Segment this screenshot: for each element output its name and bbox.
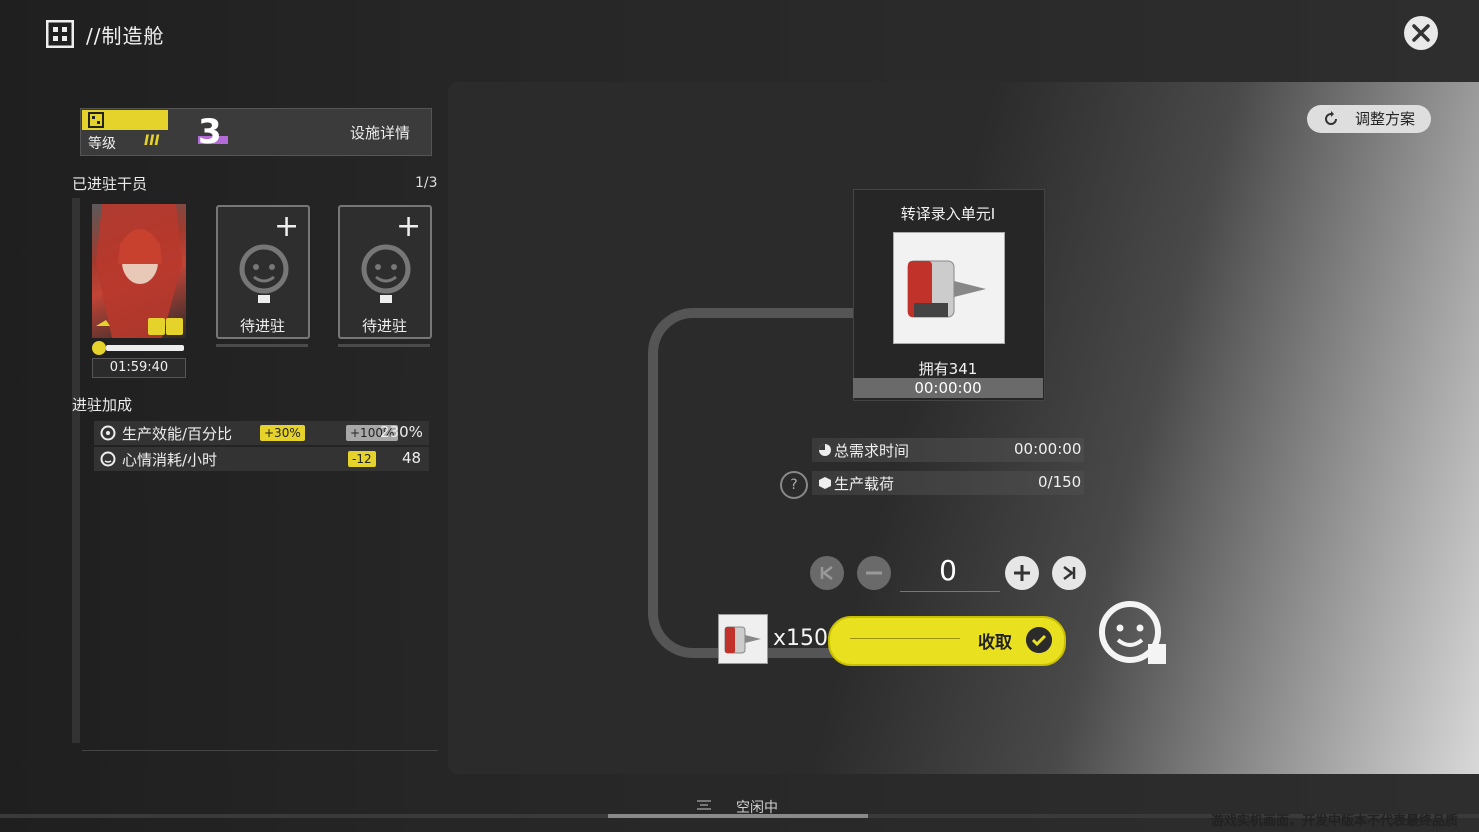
stat-label: 生产载荷 [834,475,895,493]
product-time: 00:00:00 [853,378,1043,398]
operator-portrait [96,204,183,338]
bonus-section-title: 进驻加成 [72,396,133,414]
empty-operator-slot[interactable]: + 待进驻 [216,205,310,339]
stat-value: 0/150 [1038,473,1082,491]
product-image [893,232,1005,344]
collect-line [850,638,960,639]
check-icon [1026,627,1052,653]
side-rail [72,198,80,743]
efficiency-icon [100,425,116,441]
adjust-plan-button[interactable]: 调整方案 [1307,105,1431,133]
panel-gradient [448,82,1479,774]
empty-operator-slot[interactable]: + 待进驻 [338,205,432,339]
decrease-button[interactable] [857,556,891,590]
idle-icon [697,800,711,810]
bonus-tag: +30% [260,425,305,441]
operator-card[interactable] [92,204,186,338]
output-count: x150 [773,626,829,651]
bonus-row-mood: 心情消耗/小时 -12 48 [94,447,429,471]
operator-placeholder-icon [239,244,289,303]
operator-placeholder-icon [361,244,411,303]
output-item-image [718,614,768,664]
stat-label: 总需求时间 [834,442,910,460]
slot-label: 待进驻 [362,317,408,335]
assign-operator-icon[interactable] [1098,600,1172,666]
mood-consumption-icon [100,451,116,467]
minus-icon [866,571,882,575]
bonus-row-efficiency: 生产效能/百分比 +30% +100% 230% [94,421,429,445]
close-icon[interactable] [1404,16,1438,50]
data-unit-icon [907,260,986,318]
plus-icon: + [274,209,300,244]
min-quantity-button[interactable] [810,556,844,590]
disclaimer-text: 游戏实机画面，开发中版本不代表最终品质 [1211,814,1459,829]
plus-icon: + [396,209,422,244]
bonus-value: 230% [380,423,423,441]
level-value: 3 [198,112,222,152]
plus-icon [1014,565,1030,581]
collect-label: 收取 [978,633,1012,653]
stat-value: 00:00:00 [1014,440,1082,458]
adjust-plan-label: 调整方案 [1355,110,1416,128]
bonus-label: 生产效能/百分比 [122,425,233,443]
data-unit-icon [724,626,761,654]
operator-count: 1/3 [415,175,438,191]
bonus-tag: -12 [348,451,376,467]
increase-button[interactable] [1005,556,1039,590]
facility-grid-icon [46,20,74,48]
refresh-icon [1325,111,1337,125]
slot-bar [216,344,308,347]
level-roman: III [144,133,160,149]
skip-back-icon [820,566,833,580]
mood-icon [92,341,106,355]
clock-icon [819,444,831,456]
quantity-value[interactable]: 0 [918,554,978,587]
divider [82,750,438,751]
quantity-underline [900,591,1000,592]
max-quantity-button[interactable] [1052,556,1086,590]
product-name: 转译录入单元I [900,205,996,223]
facility-icon [88,112,104,128]
operators-section-title: 已进驻干员 [72,175,148,193]
help-button[interactable]: ? [780,471,808,499]
owned-count: 拥有341 [918,360,978,378]
bonus-value: 48 [402,449,422,467]
bonus-label: 心情消耗/小时 [122,451,218,469]
stat-row-load: 生产载荷 0/150 [812,471,1084,495]
level-label: 等级 [88,136,116,152]
skip-forward-icon [1063,566,1076,580]
production-panel [448,82,1479,774]
cube-icon [819,477,831,489]
page-title: //制造舱 [86,24,165,48]
slot-bar [338,344,430,347]
stat-row-total-time: 总需求时间 00:00:00 [812,438,1084,462]
operator-timer: 01:59:40 [92,358,186,378]
bottom-bar-highlight [608,814,868,818]
slot-label: 待进驻 [240,317,286,335]
mood-bar [106,345,184,351]
facility-details-button[interactable]: 设施详情 [350,122,410,143]
